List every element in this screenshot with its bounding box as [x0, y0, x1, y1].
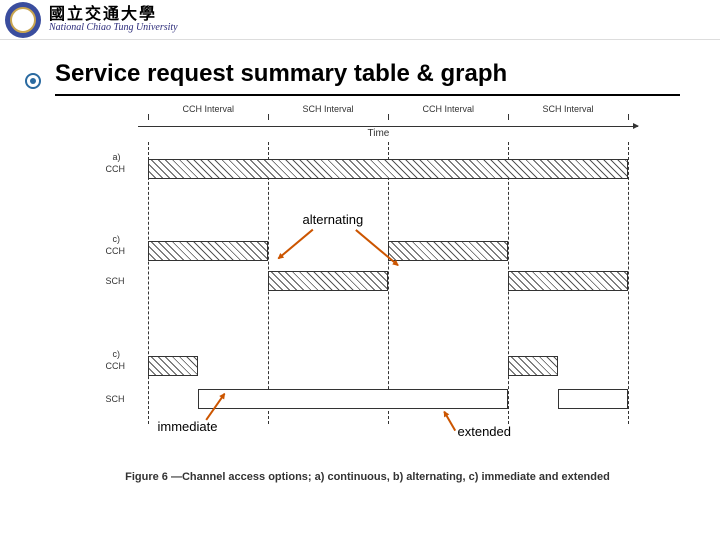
slide-bullet-icon [25, 73, 41, 89]
row-b-sch-band [508, 271, 628, 291]
time-label: Time [368, 128, 390, 139]
time-axis [138, 126, 638, 127]
header: 國立交通大學 National Chiao Tung University [0, 0, 720, 40]
timing-diagram: CCH Interval SCH Interval CCH Interval S… [88, 104, 648, 464]
university-logo [5, 2, 41, 38]
row-b-label: c) [113, 234, 121, 244]
arrow-icon [278, 229, 313, 259]
annotation-immediate: immediate [158, 419, 218, 434]
row-b-cch-band [388, 241, 508, 261]
interval-label: CCH Interval [423, 104, 475, 114]
university-name-chinese: 國立交通大學 [49, 7, 178, 23]
interval-label: SCH Interval [303, 104, 354, 114]
figure-caption: Figure 6 —Channel access options; a) con… [88, 470, 648, 484]
row-a-label: a) [113, 152, 121, 162]
row-b-cch-label: CCH [106, 246, 126, 256]
row-b-cch-band [148, 241, 268, 261]
row-c-sch-label: SCH [106, 394, 125, 404]
interval-label: CCH Interval [183, 104, 235, 114]
row-b-sch-band [268, 271, 388, 291]
row-c-cch-band [508, 356, 558, 376]
row-c-label: c) [113, 349, 121, 359]
interval-label: SCH Interval [543, 104, 594, 114]
row-c-cch-label: CCH [106, 361, 126, 371]
row-a-cch-band [148, 159, 628, 179]
row-c-sch-band [558, 389, 628, 409]
row-c-cch-band [148, 356, 198, 376]
row-a-channel: CCH [106, 164, 126, 174]
row-c-sch-band [198, 389, 508, 409]
annotation-alternating: alternating [303, 212, 364, 227]
row-b-sch-label: SCH [106, 276, 125, 286]
arrow-icon [443, 411, 455, 431]
annotation-extended: extended [458, 424, 512, 439]
university-name-english: National Chiao Tung University [49, 23, 178, 33]
slide-title: Service request summary table & graph [55, 60, 680, 96]
